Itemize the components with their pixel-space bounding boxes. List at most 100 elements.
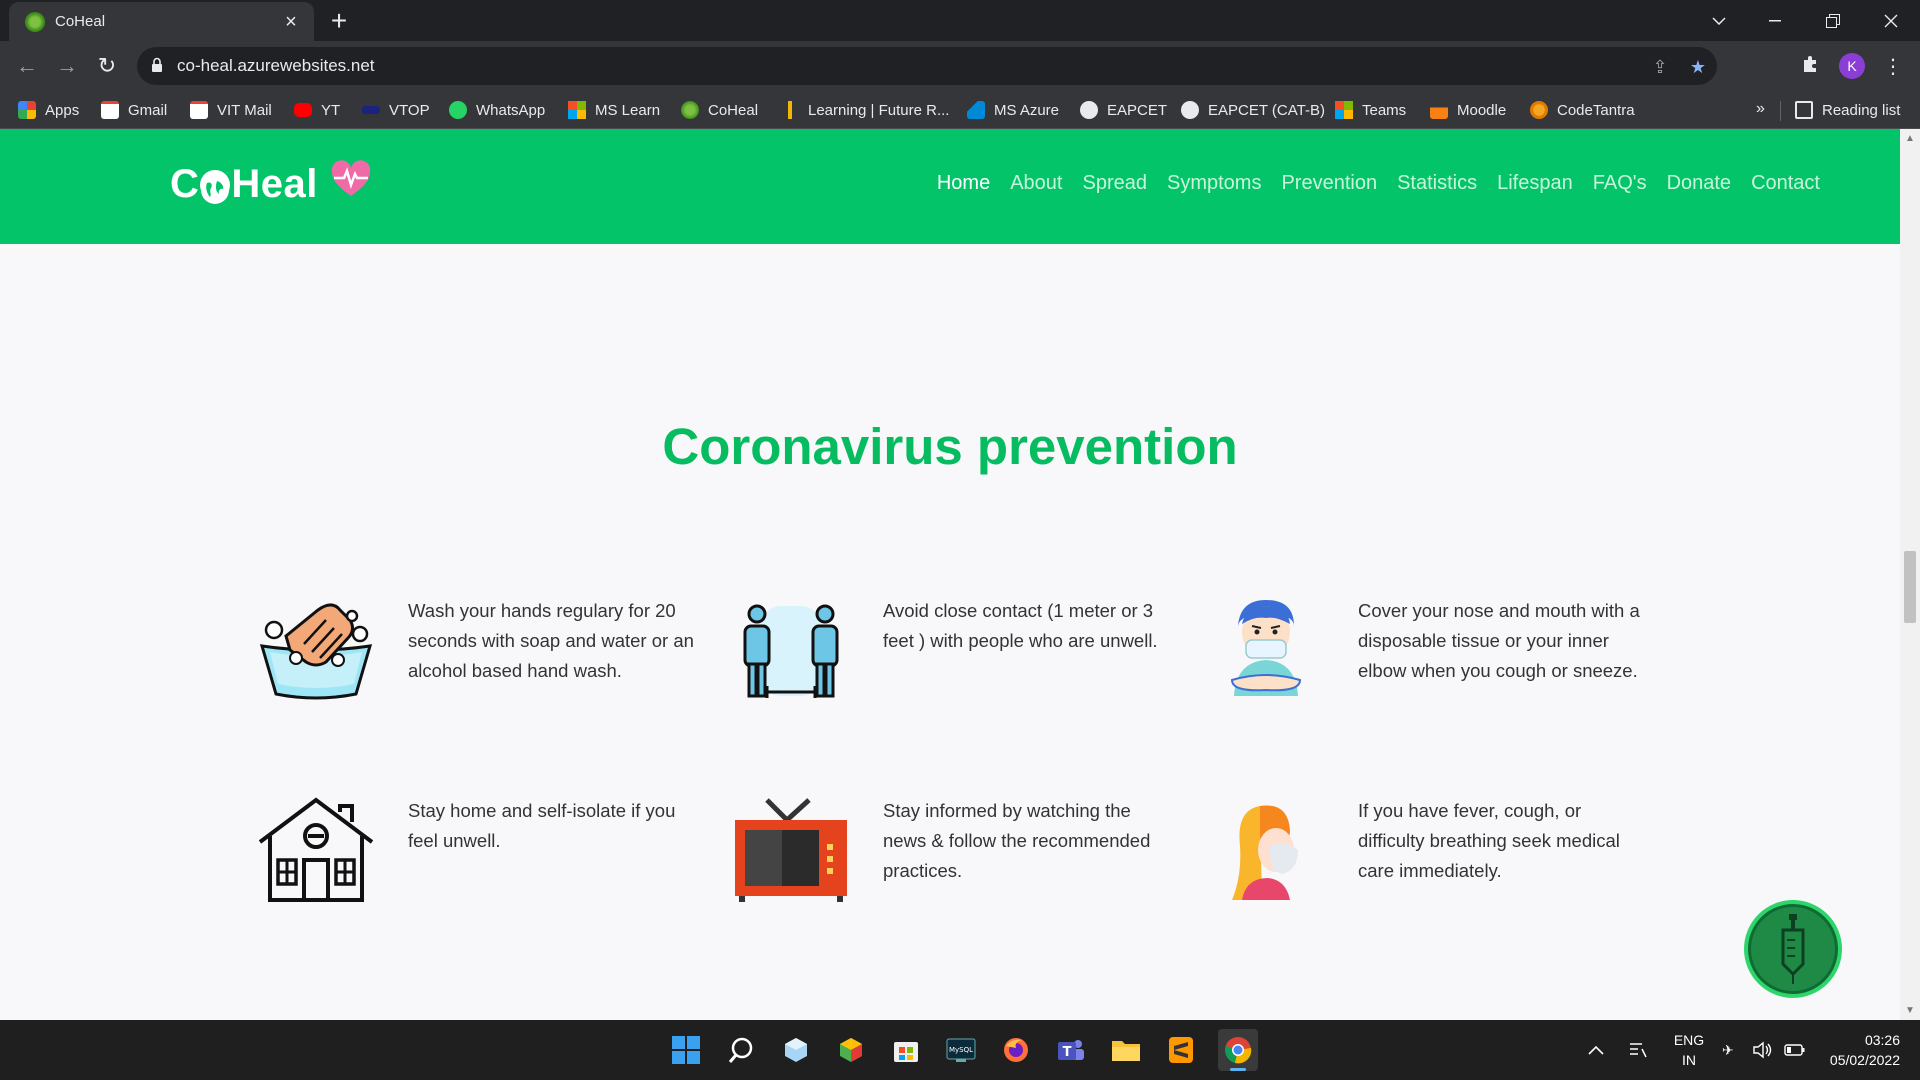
file-explorer-icon[interactable] xyxy=(1108,1032,1144,1068)
page-scrollbar[interactable]: ▲ ▼ xyxy=(1900,129,1920,1020)
battery-icon[interactable] xyxy=(1784,1020,1806,1080)
bookmark-teams[interactable]: Teams xyxy=(1335,91,1406,129)
prevention-card: Wash your hands regulary for 20 seconds … xyxy=(256,596,726,726)
search-icon[interactable] xyxy=(723,1032,759,1068)
pen-menu-icon[interactable] xyxy=(1628,1020,1648,1080)
azure-icon xyxy=(967,101,985,119)
syringe-icon xyxy=(1781,914,1805,984)
nav-about[interactable]: About xyxy=(1010,172,1062,195)
prevention-text: Wash your hands regulary for 20 seconds … xyxy=(408,600,694,681)
globe-icon xyxy=(200,170,231,204)
chrome-taskbar-icon[interactable] xyxy=(1218,1029,1258,1071)
moodle-icon xyxy=(1430,101,1448,119)
prevention-text: Stay home and self-isolate if you feel u… xyxy=(408,800,676,851)
svg-text:T: T xyxy=(1063,1045,1072,1060)
tab-search-chevron-icon[interactable] xyxy=(1696,0,1742,41)
microsoft-icon xyxy=(568,101,586,119)
bookmark-learning-future[interactable]: Learning | Future R... xyxy=(781,91,949,129)
restore-window-icon[interactable] xyxy=(1810,0,1856,41)
bookmarks-bar: Apps Gmail VIT Mail YT VTOP WhatsApp MS … xyxy=(0,91,1920,129)
bookmark-eapcet-cat-b[interactable]: EAPCET (CAT-B) xyxy=(1181,91,1325,129)
bookmark-whatsapp[interactable]: WhatsApp xyxy=(449,91,545,129)
coheal-favicon-icon xyxy=(25,11,45,32)
close-window-icon[interactable] xyxy=(1868,0,1914,41)
reload-icon[interactable]: ↻ xyxy=(91,50,123,82)
prevention-section-title: Coronavirus prevention xyxy=(662,418,1238,475)
bookmark-star-icon[interactable]: ★ xyxy=(1687,56,1709,78)
bookmark-gmail[interactable]: Gmail xyxy=(101,91,167,129)
youtube-icon xyxy=(294,103,312,117)
house-icon xyxy=(256,796,376,906)
heartbeat-heart-icon xyxy=(330,160,372,208)
extensions-puzzle-icon[interactable] xyxy=(1798,54,1824,80)
minimize-window-icon[interactable] xyxy=(1752,0,1798,41)
bookmark-yt[interactable]: YT xyxy=(294,91,340,129)
more-bookmarks-chevron-icon[interactable]: » xyxy=(1756,100,1765,118)
nav-lifespan[interactable]: Lifespan xyxy=(1497,172,1573,195)
coheal-icon xyxy=(681,101,699,119)
airplane-mode-icon[interactable]: ✈ xyxy=(1722,1020,1734,1080)
bookmark-eapcet[interactable]: EAPCET xyxy=(1080,91,1167,129)
bookmark-ms-azure[interactable]: MS Azure xyxy=(967,91,1059,129)
input-language-indicator[interactable]: ENG IN xyxy=(1672,1030,1706,1070)
clock-time: 03:26 xyxy=(1864,1032,1900,1048)
tab-title: CoHeal xyxy=(55,13,106,30)
nav-spread[interactable]: Spread xyxy=(1082,172,1147,195)
bookmark-vtop[interactable]: VTOP xyxy=(362,91,430,129)
reading-list-button[interactable]: Reading list xyxy=(1795,91,1900,129)
url-text[interactable]: co-heal.azurewebsites.net xyxy=(177,56,375,76)
clock-date: 05/02/2022 xyxy=(1829,1052,1900,1068)
windows-taskbar: MySQL T ENG IN ✈ 03:26 05/02/2022 xyxy=(0,1020,1920,1080)
vaccine-floating-button[interactable] xyxy=(1744,900,1842,998)
bookmark-apps[interactable]: Apps xyxy=(18,91,79,129)
firefox-icon[interactable] xyxy=(998,1032,1034,1068)
bookmark-codetantra[interactable]: CodeTantra xyxy=(1530,91,1635,129)
bookmarks-divider xyxy=(1780,101,1781,121)
volume-icon[interactable] xyxy=(1752,1020,1772,1080)
svg-text:MySQL: MySQL xyxy=(949,1046,973,1054)
nav-donate[interactable]: Donate xyxy=(1667,172,1732,195)
nav-prevention[interactable]: Prevention xyxy=(1281,172,1377,195)
bookmark-moodle[interactable]: Moodle xyxy=(1430,91,1506,129)
profile-avatar[interactable]: K xyxy=(1839,53,1865,79)
prevention-card: If you have fever, cough, or difficulty … xyxy=(1206,796,1676,926)
forward-arrow-icon[interactable]: → xyxy=(51,50,83,82)
nav-contact[interactable]: Contact xyxy=(1751,172,1820,195)
windows-start-icon[interactable] xyxy=(668,1032,704,1068)
coheal-logo[interactable]: C Heal xyxy=(170,159,372,209)
browser-tab-active[interactable]: CoHeal × xyxy=(9,2,314,41)
browser-toolbar: ← → ↻ co-heal.azurewebsites.net ⇪ ★ K ⋮ xyxy=(0,41,1920,91)
prevention-text: Stay informed by watching the news & fol… xyxy=(883,800,1151,881)
scrollbar-thumb[interactable] xyxy=(1904,551,1916,623)
nav-faqs[interactable]: FAQ's xyxy=(1593,172,1647,195)
address-bar[interactable]: co-heal.azurewebsites.net ⇪ ★ xyxy=(137,47,1717,85)
nav-home[interactable]: Home xyxy=(937,172,990,195)
system-clock[interactable]: 03:26 05/02/2022 xyxy=(1820,1030,1900,1070)
sublime-text-icon[interactable] xyxy=(1163,1032,1199,1068)
bookmark-ms-learn[interactable]: MS Learn xyxy=(568,91,660,129)
nav-statistics[interactable]: Statistics xyxy=(1397,172,1477,195)
bookmark-vit-mail[interactable]: VIT Mail xyxy=(190,91,272,129)
cough-mask-icon xyxy=(1206,596,1326,706)
microsoft-store-icon[interactable] xyxy=(888,1032,924,1068)
task-view-icon[interactable] xyxy=(778,1032,814,1068)
teams-icon[interactable]: T xyxy=(1053,1032,1089,1068)
close-tab-icon[interactable]: × xyxy=(280,11,302,33)
globe-icon xyxy=(1181,101,1199,119)
app-icon-hexagon[interactable] xyxy=(833,1032,869,1068)
gmail-icon xyxy=(101,101,119,119)
scroll-down-arrow-icon[interactable]: ▼ xyxy=(1905,1005,1915,1016)
browser-menu-icon[interactable]: ⋮ xyxy=(1880,54,1906,80)
share-icon[interactable]: ⇪ xyxy=(1649,56,1671,78)
prevention-card: Cover your nose and mouth with a disposa… xyxy=(1206,596,1676,726)
show-hidden-icons-chevron-icon[interactable] xyxy=(1588,1020,1604,1080)
bookmark-coheal[interactable]: CoHeal xyxy=(681,91,758,129)
mysql-icon[interactable]: MySQL xyxy=(943,1032,979,1068)
new-tab-button[interactable]: + xyxy=(325,7,353,35)
nav-symptoms[interactable]: Symptoms xyxy=(1167,172,1261,195)
scroll-up-arrow-icon[interactable]: ▲ xyxy=(1905,133,1915,144)
back-arrow-icon[interactable]: ← xyxy=(11,50,43,82)
fever-person-icon xyxy=(1206,796,1326,906)
page-viewport: C Heal Home About Spread Symptoms Preven… xyxy=(0,129,1900,1020)
social-distance-icon xyxy=(731,596,851,706)
